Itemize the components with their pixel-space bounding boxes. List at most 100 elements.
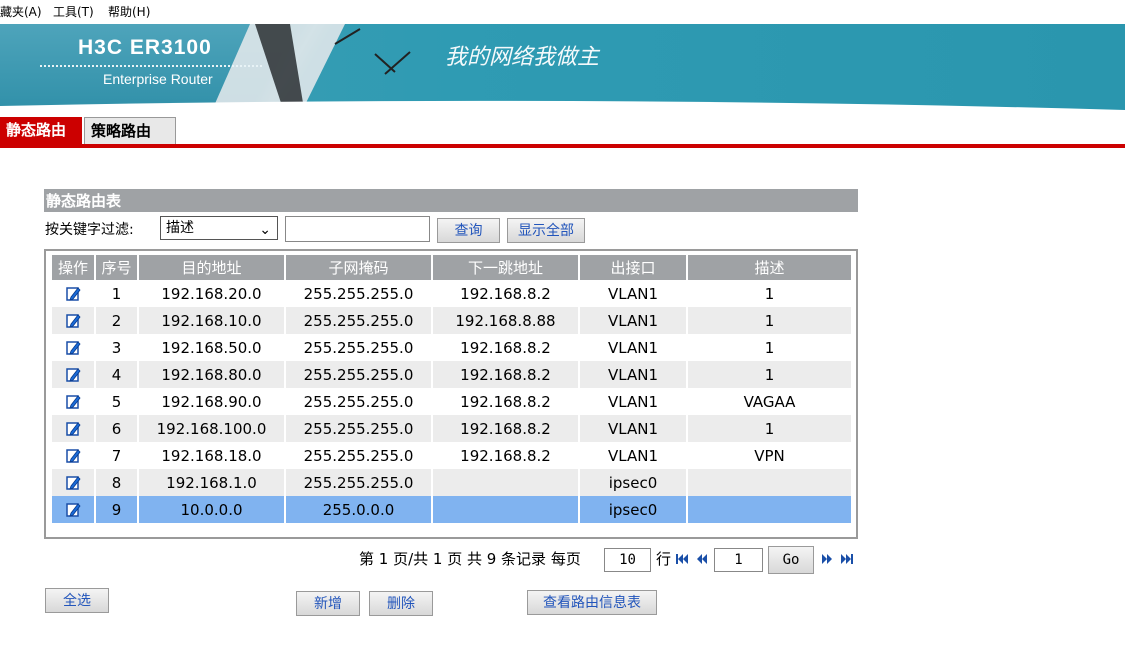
cell-dest: 192.168.50.0 bbox=[138, 334, 286, 361]
filter-label: 按关键字过滤: bbox=[45, 222, 134, 238]
filter-select[interactable]: 描述 ⌄ bbox=[160, 216, 278, 240]
last-page-icon[interactable] bbox=[840, 552, 854, 566]
add-button[interactable]: 新增 bbox=[296, 591, 360, 616]
cell-next-hop: 192.168.8.2 bbox=[432, 361, 580, 388]
select-all-button[interactable]: 全选 bbox=[45, 588, 109, 613]
edit-cell[interactable] bbox=[52, 415, 96, 442]
col-header-action: 操作 bbox=[52, 255, 96, 280]
col-header-desc: 描述 bbox=[687, 255, 853, 280]
filter-select-value: 描述 bbox=[166, 220, 194, 236]
per-page-input[interactable]: 10 bbox=[604, 548, 651, 572]
brand-subtitle: Enterprise Router bbox=[103, 71, 213, 87]
edit-cell[interactable] bbox=[52, 334, 96, 361]
table-row[interactable]: 6 192.168.100.0 255.255.255.0 192.168.8.2 VL… bbox=[52, 415, 853, 442]
prev-page-icon[interactable] bbox=[695, 552, 709, 566]
cell-next-hop bbox=[432, 496, 580, 523]
edit-icon[interactable] bbox=[65, 474, 81, 492]
cell-next-hop: 192.168.8.2 bbox=[432, 415, 580, 442]
cell-mask: 255.255.255.0 bbox=[285, 361, 433, 388]
menu-help[interactable]: 帮助(H) bbox=[108, 0, 150, 24]
cell-mask: 255.255.255.0 bbox=[285, 388, 433, 415]
cell-no: 6 bbox=[95, 415, 139, 442]
cell-iface: VLAN1 bbox=[579, 307, 688, 334]
next-page-icon[interactable] bbox=[820, 552, 834, 566]
route-table: 操作 序号 目的地址 子网掩码 下一跳地址 出接口 描述 1 192.168.20… bbox=[52, 255, 853, 523]
page-number-input[interactable]: 1 bbox=[714, 548, 763, 572]
cell-next-hop: 192.168.8.2 bbox=[432, 334, 580, 361]
cell-dest: 192.168.100.0 bbox=[138, 415, 286, 442]
edit-icon[interactable] bbox=[65, 285, 81, 303]
cell-dest: 192.168.10.0 bbox=[138, 307, 286, 334]
edit-icon[interactable] bbox=[65, 447, 81, 465]
query-button[interactable]: 查询 bbox=[437, 218, 500, 243]
cell-next-hop: 192.168.8.88 bbox=[432, 307, 580, 334]
cell-mask: 255.255.255.0 bbox=[285, 280, 433, 307]
cell-mask: 255.0.0.0 bbox=[285, 496, 433, 523]
menu-favorites[interactable]: 藏夹(A) bbox=[0, 0, 42, 24]
edit-cell[interactable] bbox=[52, 469, 96, 496]
chevron-down-icon: ⌄ bbox=[259, 222, 271, 238]
menu-tools[interactable]: 工具(T) bbox=[53, 0, 94, 24]
cell-mask: 255.255.255.0 bbox=[285, 415, 433, 442]
table-row[interactable]: 2 192.168.10.0 255.255.255.0 192.168.8.88 VL… bbox=[52, 307, 853, 334]
brand-logo: H3C ER3100 bbox=[78, 36, 212, 59]
cell-no: 5 bbox=[95, 388, 139, 415]
cell-no: 9 bbox=[95, 496, 139, 523]
cell-desc: 1 bbox=[687, 334, 853, 361]
cell-dest: 10.0.0.0 bbox=[138, 496, 286, 523]
cell-dest: 192.168.1.0 bbox=[138, 469, 286, 496]
edit-icon[interactable] bbox=[65, 393, 81, 411]
pager-rows-unit: 行 bbox=[656, 550, 672, 568]
table-row[interactable]: 4 192.168.80.0 255.255.255.0 192.168.8.2 VLA… bbox=[52, 361, 853, 388]
cell-iface: VLAN1 bbox=[579, 388, 688, 415]
cell-iface: ipsec0 bbox=[579, 469, 688, 496]
edit-cell[interactable] bbox=[52, 388, 96, 415]
cell-iface: ipsec0 bbox=[579, 496, 688, 523]
first-page-icon[interactable] bbox=[675, 552, 689, 566]
cell-mask: 255.255.255.0 bbox=[285, 442, 433, 469]
edit-cell[interactable] bbox=[52, 280, 96, 307]
table-row[interactable]: 5 192.168.90.0 255.255.255.0 192.168.8.2 VLA… bbox=[52, 388, 853, 415]
delete-button[interactable]: 删除 bbox=[369, 591, 433, 616]
table-row[interactable]: 9 10.0.0.0 255.0.0.0 ipsec0 bbox=[52, 496, 853, 523]
cell-iface: VLAN1 bbox=[579, 415, 688, 442]
edit-icon[interactable] bbox=[65, 501, 81, 519]
cell-desc bbox=[687, 469, 853, 496]
cell-iface: VLAN1 bbox=[579, 280, 688, 307]
cell-no: 2 bbox=[95, 307, 139, 334]
tab-policy-route[interactable]: 策略路由 bbox=[84, 117, 176, 144]
cell-mask: 255.255.255.0 bbox=[285, 334, 433, 361]
cell-no: 7 bbox=[95, 442, 139, 469]
show-all-button[interactable]: 显示全部 bbox=[507, 218, 585, 243]
table-row[interactable]: 7 192.168.18.0 255.255.255.0 192.168.8.2 VLA… bbox=[52, 442, 853, 469]
cell-dest: 192.168.18.0 bbox=[138, 442, 286, 469]
edit-icon[interactable] bbox=[65, 339, 81, 357]
logo-divider bbox=[40, 65, 262, 67]
view-route-table-button[interactable]: 查看路由信息表 bbox=[527, 590, 657, 615]
route-table-frame: 操作 序号 目的地址 子网掩码 下一跳地址 出接口 描述 1 192.168.20… bbox=[44, 249, 858, 539]
cell-mask: 255.255.255.0 bbox=[285, 307, 433, 334]
filter-input[interactable] bbox=[285, 216, 430, 242]
cell-desc: VPN bbox=[687, 442, 853, 469]
table-row[interactable]: 3 192.168.50.0 255.255.255.0 192.168.8.2 VLA… bbox=[52, 334, 853, 361]
edit-icon[interactable] bbox=[65, 420, 81, 438]
table-row[interactable]: 1 192.168.20.0 255.255.255.0 192.168.8.2 VLA… bbox=[52, 280, 853, 307]
edit-cell[interactable] bbox=[52, 361, 96, 388]
edit-icon[interactable] bbox=[65, 312, 81, 330]
table-row[interactable]: 8 192.168.1.0 255.255.255.0 ipsec0 bbox=[52, 469, 853, 496]
cell-next-hop: 192.168.8.2 bbox=[432, 280, 580, 307]
edit-cell[interactable] bbox=[52, 496, 96, 523]
edit-icon[interactable] bbox=[65, 366, 81, 384]
cell-no: 1 bbox=[95, 280, 139, 307]
edit-cell[interactable] bbox=[52, 307, 96, 334]
tab-static-route[interactable]: 静态路由 bbox=[0, 117, 82, 144]
cell-iface: VLAN1 bbox=[579, 361, 688, 388]
table-header-row: 操作 序号 目的地址 子网掩码 下一跳地址 出接口 描述 bbox=[52, 255, 853, 280]
edit-cell[interactable] bbox=[52, 442, 96, 469]
cell-desc: VAGAA bbox=[687, 388, 853, 415]
cell-dest: 192.168.80.0 bbox=[138, 361, 286, 388]
cell-dest: 192.168.90.0 bbox=[138, 388, 286, 415]
go-button[interactable]: Go bbox=[768, 546, 814, 574]
pager-summary: 第 1 页/共 1 页 共 9 条记录 每页 bbox=[359, 550, 581, 568]
cell-no: 3 bbox=[95, 334, 139, 361]
